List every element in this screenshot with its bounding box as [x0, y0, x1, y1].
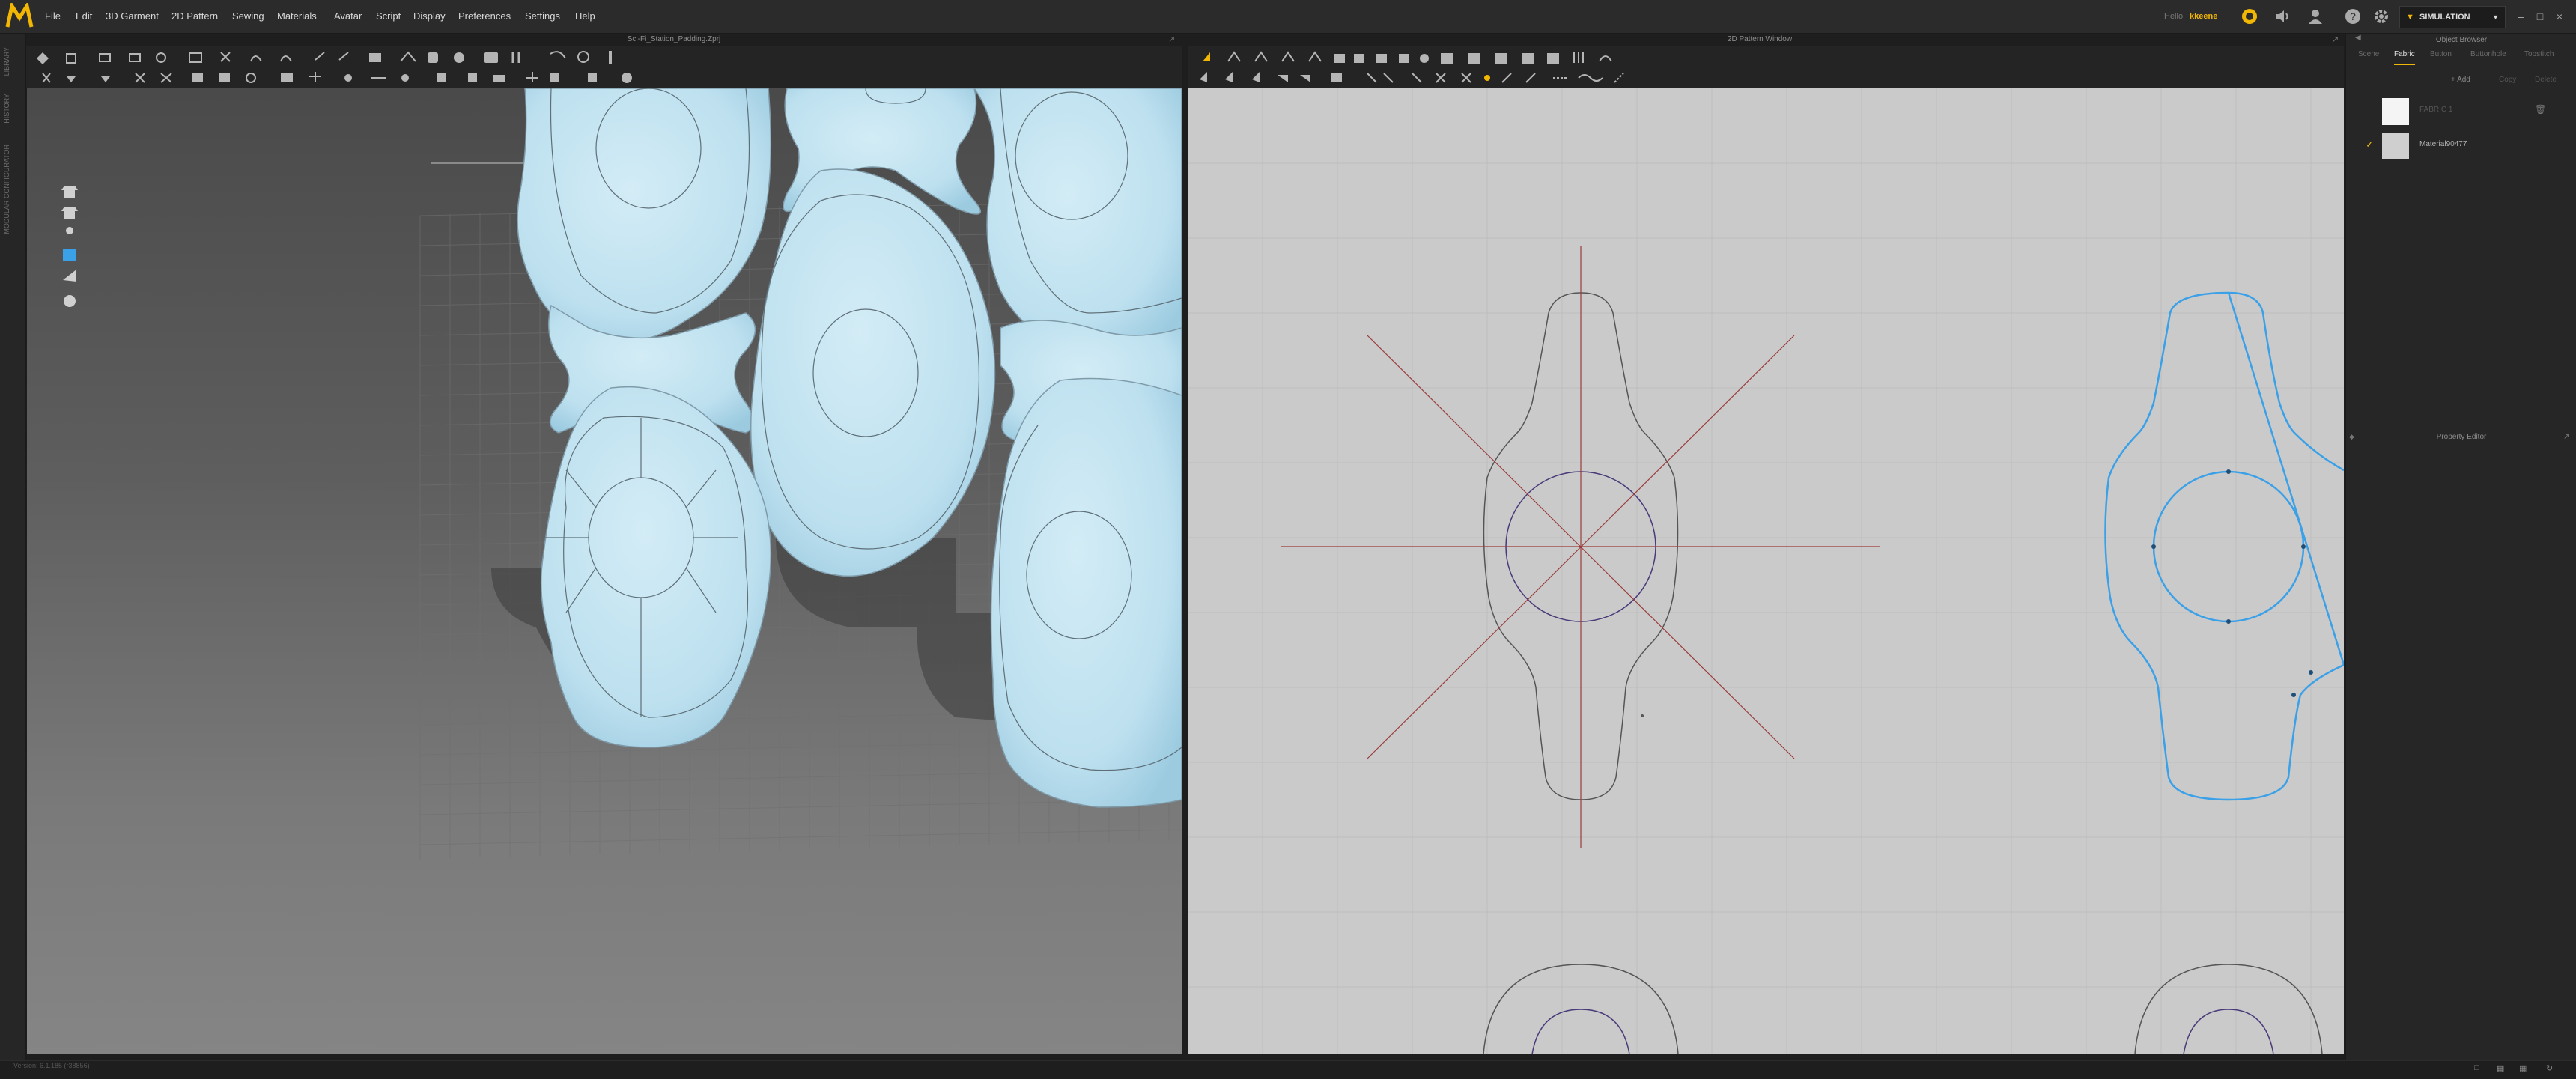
- close-button[interactable]: ×: [2552, 9, 2567, 24]
- material-row-material90477[interactable]: ✓ Material90477: [2346, 130, 2576, 162]
- minimize-button[interactable]: –: [2513, 9, 2528, 24]
- chevron-down-icon: ▼: [2492, 13, 2499, 21]
- left-dock-strip: LIBRARY HISTORY MODULAR CONFIGURATOR: [0, 34, 26, 1060]
- avatar-icon[interactable]: [66, 227, 73, 234]
- menu-file[interactable]: File: [45, 0, 61, 33]
- popout-icon[interactable]: ↗: [2563, 433, 2569, 441]
- property-editor-header: ◆ Property Editor ↗: [2346, 431, 2576, 445]
- pattern-pieces-bottom[interactable]: [1483, 964, 2323, 1054]
- menu-avatar[interactable]: Avatar: [334, 0, 362, 33]
- pattern-grid: [1188, 88, 2344, 1054]
- brush-icon[interactable]: [63, 270, 76, 282]
- svg-text:?: ?: [2350, 10, 2356, 22]
- right-panel: ◀ Object Browser Scene Fabric Button But…: [2345, 34, 2576, 1060]
- tab-scene[interactable]: Scene: [2358, 46, 2379, 64]
- tab-modular-configurator[interactable]: MODULAR CONFIGURATOR: [3, 145, 10, 234]
- tab-history[interactable]: HISTORY: [3, 94, 10, 124]
- user-name: kkeene: [2190, 12, 2218, 21]
- status-view-buttons: □ ▦ ▦ ↻: [2471, 1063, 2569, 1075]
- menu-edit[interactable]: Edit: [76, 0, 92, 33]
- menu-settings[interactable]: Settings: [525, 0, 560, 33]
- viewport-2d-popout-icon[interactable]: ↗: [2332, 34, 2339, 44]
- menu-sewing[interactable]: Sewing: [232, 0, 264, 33]
- tab-buttonhole[interactable]: Buttonhole: [2470, 46, 2506, 64]
- pad-right-bottom: [990, 377, 1182, 808]
- 2d-tool-icons[interactable]: [1188, 46, 1667, 88]
- 3d-scene[interactable]: [27, 88, 1182, 1054]
- menu-preferences[interactable]: Preferences: [458, 0, 511, 33]
- material-name: Material90477: [2419, 140, 2467, 148]
- connect-icon[interactable]: [2241, 7, 2258, 25]
- greeting-label: Hello: [2164, 12, 2184, 21]
- menu-2d-pattern[interactable]: 2D Pattern: [171, 0, 218, 33]
- maximize-button[interactable]: □: [2533, 9, 2548, 24]
- pad-top-right: [973, 88, 1182, 353]
- menu-bar: File Edit 3D Garment 2D Pattern Sewing M…: [0, 0, 2576, 34]
- pattern-piece-left[interactable]: [1281, 246, 1880, 848]
- viewport-3d-title: Sci-Fi_Station_Padding.Zprj: [627, 35, 721, 43]
- status-bar: [0, 1060, 2576, 1079]
- refresh-icon[interactable]: ↻: [2546, 1063, 2553, 1073]
- viewport-2d[interactable]: [1188, 88, 2344, 1054]
- material-swatch: [2382, 133, 2409, 159]
- menu-materials[interactable]: Materials: [277, 0, 317, 33]
- 2d-pattern-canvas[interactable]: [1188, 88, 2344, 1054]
- viewport-2d-toolbar: [1188, 46, 2344, 88]
- menu-3d-garment[interactable]: 3D Garment: [106, 0, 159, 33]
- tab-fabric[interactable]: Fabric: [2394, 46, 2415, 65]
- garment-icon[interactable]: [61, 186, 78, 198]
- settings-icon[interactable]: [2372, 7, 2390, 25]
- app-logo-icon: [5, 3, 34, 28]
- tab-library[interactable]: LIBRARY: [3, 47, 10, 76]
- trash-icon[interactable]: 🗑: [2535, 104, 2546, 115]
- help-icon[interactable]: ?: [2344, 7, 2362, 25]
- copy-material-button[interactable]: Copy: [2499, 76, 2516, 84]
- pad-center: [750, 168, 996, 577]
- viewport-3d-side-toolbar: [57, 183, 87, 317]
- menu-script[interactable]: Script: [376, 0, 401, 33]
- simulation-icon: ▼: [2406, 13, 2414, 22]
- add-material-button[interactable]: + Add: [2451, 76, 2470, 84]
- material-name: FABRIC 1: [2419, 106, 2453, 114]
- material-row-fabric1[interactable]: FABRIC 1 🗑: [2346, 95, 2576, 128]
- menu-help[interactable]: Help: [575, 0, 595, 33]
- pad-top-left: [517, 88, 772, 344]
- viewport-3d-popout-icon[interactable]: ↗: [1168, 34, 1175, 44]
- material-swatch: [2382, 98, 2409, 125]
- property-editor-title: Property Editor: [2436, 433, 2487, 441]
- layout-split-icon[interactable]: ▦: [2497, 1063, 2504, 1073]
- checkmark-icon: ✓: [2366, 139, 2374, 150]
- version-label: Version: 6.1.185 (r38856): [13, 1062, 90, 1069]
- tab-button[interactable]: Button: [2430, 46, 2452, 64]
- pad-left-bottom: [540, 386, 772, 748]
- tab-topstitch[interactable]: Topstitch: [2524, 46, 2554, 64]
- avatar-head-icon[interactable]: [64, 295, 76, 307]
- delete-material-button[interactable]: Delete: [2535, 76, 2557, 84]
- speaker-icon[interactable]: [2273, 7, 2291, 25]
- viewport-3d[interactable]: [27, 88, 1182, 1054]
- shield-icon[interactable]: [63, 249, 76, 261]
- layout-single-icon[interactable]: □: [2474, 1063, 2479, 1072]
- viewport-3d-toolbar: [26, 46, 1182, 88]
- layout-grid-icon[interactable]: ▦: [2519, 1063, 2527, 1073]
- viewport-2d-title: 2D Pattern Window: [1727, 35, 1793, 43]
- user-icon[interactable]: [2306, 7, 2324, 25]
- simulation-mode-dropdown[interactable]: ▼ SIMULATION ▼: [2399, 6, 2506, 28]
- menu-display[interactable]: Display: [413, 0, 446, 33]
- garment-alt-icon[interactable]: [61, 207, 78, 219]
- 3d-tool-icons[interactable]: [26, 46, 640, 88]
- simulation-mode-label: SIMULATION: [2419, 13, 2470, 22]
- pattern-piece-right-selected[interactable]: [2104, 291, 2344, 801]
